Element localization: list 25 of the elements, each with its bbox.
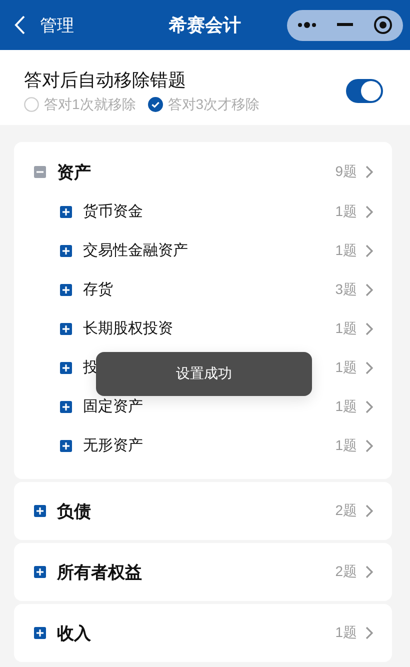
category-name: 交易性金融资产 <box>83 241 188 260</box>
category-name: 收入 <box>57 622 91 644</box>
question-count: 1题 <box>335 624 357 642</box>
question-count: 1题 <box>335 436 357 454</box>
category-name: 无形资产 <box>83 436 143 455</box>
page-title: 希赛会计 <box>169 14 241 37</box>
question-count: 9题 <box>335 163 357 181</box>
category-name: 资产 <box>57 162 91 184</box>
category-name: 长期股权投资 <box>83 319 173 338</box>
category-name: 固定资产 <box>83 397 143 416</box>
category-name: 负债 <box>57 500 91 522</box>
question-count: 1题 <box>335 242 357 260</box>
category-name: 所有者权益 <box>57 562 142 584</box>
category-name: 货币资金 <box>83 202 143 221</box>
category-name: 投 <box>83 358 98 377</box>
question-count: 2题 <box>335 502 357 520</box>
toast-message: 设置成功 <box>176 365 232 383</box>
question-count: 1题 <box>335 398 357 416</box>
question-count: 3题 <box>335 280 357 298</box>
setting-label: 答对后自动移除错题 <box>24 68 187 92</box>
question-count: 1题 <box>335 358 357 376</box>
question-count: 1题 <box>335 320 357 338</box>
category-name: 存货 <box>83 280 113 299</box>
question-count: 2题 <box>335 563 357 581</box>
question-count: 1题 <box>335 202 357 220</box>
